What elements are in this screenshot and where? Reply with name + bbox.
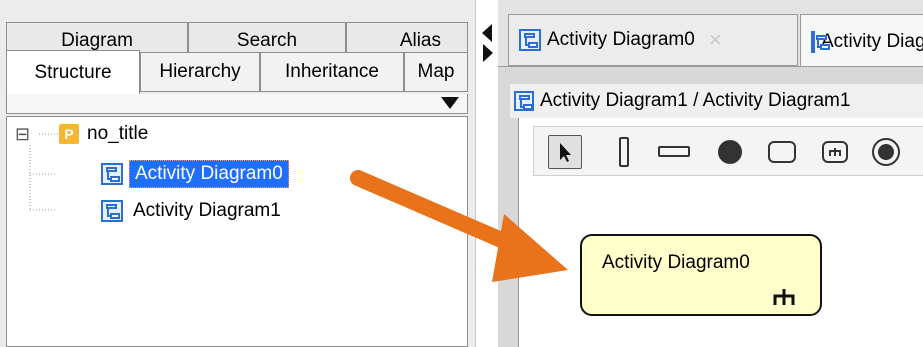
tab-label: Inheritance: [284, 61, 379, 82]
tab-label: Search: [236, 29, 298, 51]
call-behavior-action-icon[interactable]: [822, 141, 848, 163]
pane-splitter[interactable]: [477, 0, 497, 347]
select-tool-icon[interactable]: [548, 135, 582, 169]
call-behavior-rake-icon: [773, 289, 795, 305]
activity-diagram-icon: [514, 91, 534, 111]
tab-label: Hierarchy: [159, 61, 241, 82]
activity-diagram-icon: [519, 29, 541, 51]
tree-row-activity-diagram0[interactable]: Activity Diagram0: [101, 160, 289, 188]
action-icon[interactable]: [768, 141, 796, 163]
initial-node-icon[interactable]: [718, 140, 742, 164]
collapse-left-icon[interactable]: [482, 24, 492, 42]
structure-tree: ⊟ P no_title Activity Diagram0 Activity …: [6, 116, 468, 347]
tab-hierarchy[interactable]: Hierarchy: [140, 52, 260, 92]
editor-tab-label: Activity Diagram1: [821, 30, 923, 52]
tool-palette: [533, 126, 923, 176]
tab-label: Map: [417, 61, 455, 82]
editor-tab-activity-diagram1[interactable]: Activity Diagram1: [800, 14, 923, 68]
editor-tab-activity-diagram0[interactable]: Activity Diagram0 ×: [508, 14, 798, 66]
activity-node[interactable]: Activity Diagram0: [580, 234, 822, 316]
tree-label-selected: Activity Diagram0: [129, 160, 289, 188]
tree-row-activity-diagram1[interactable]: Activity Diagram1: [101, 197, 281, 225]
tab-inheritance[interactable]: Inheritance: [260, 52, 404, 92]
partition-vertical-icon[interactable]: [619, 137, 629, 167]
dropdown-triangle-icon[interactable]: [441, 97, 459, 109]
view-options-strip: [6, 94, 468, 114]
tab-label: Structure: [34, 61, 112, 83]
activity-diagram-icon: [101, 163, 123, 185]
activity-diagram-icon: [811, 30, 830, 53]
tree-label-root: no_title: [87, 123, 149, 144]
breadcrumb-text: Activity Diagram1 / Activity Diagram1: [540, 90, 851, 111]
partition-horizontal-icon[interactable]: [658, 146, 690, 157]
editor-tab-label: Activity Diagram0: [547, 29, 695, 50]
project-icon: P: [59, 124, 79, 144]
activity-diagram-icon: [101, 200, 123, 222]
collapse-toggle-icon[interactable]: ⊟: [15, 125, 39, 143]
tab-label: Diagram: [61, 29, 133, 51]
breadcrumb: Activity Diagram1 / Activity Diagram1: [510, 84, 923, 118]
expand-right-icon[interactable]: [483, 44, 493, 62]
tab-map[interactable]: Map: [404, 52, 468, 92]
tab-label: Alias: [399, 29, 441, 51]
tab-structure[interactable]: Structure: [6, 50, 140, 94]
close-icon[interactable]: ×: [709, 27, 722, 53]
tree-label: Activity Diagram1: [133, 200, 281, 221]
activity-node-label: Activity Diagram0: [602, 252, 750, 273]
final-node-icon[interactable]: [872, 138, 900, 166]
tree-row-root[interactable]: ⊟ P no_title: [15, 120, 148, 148]
